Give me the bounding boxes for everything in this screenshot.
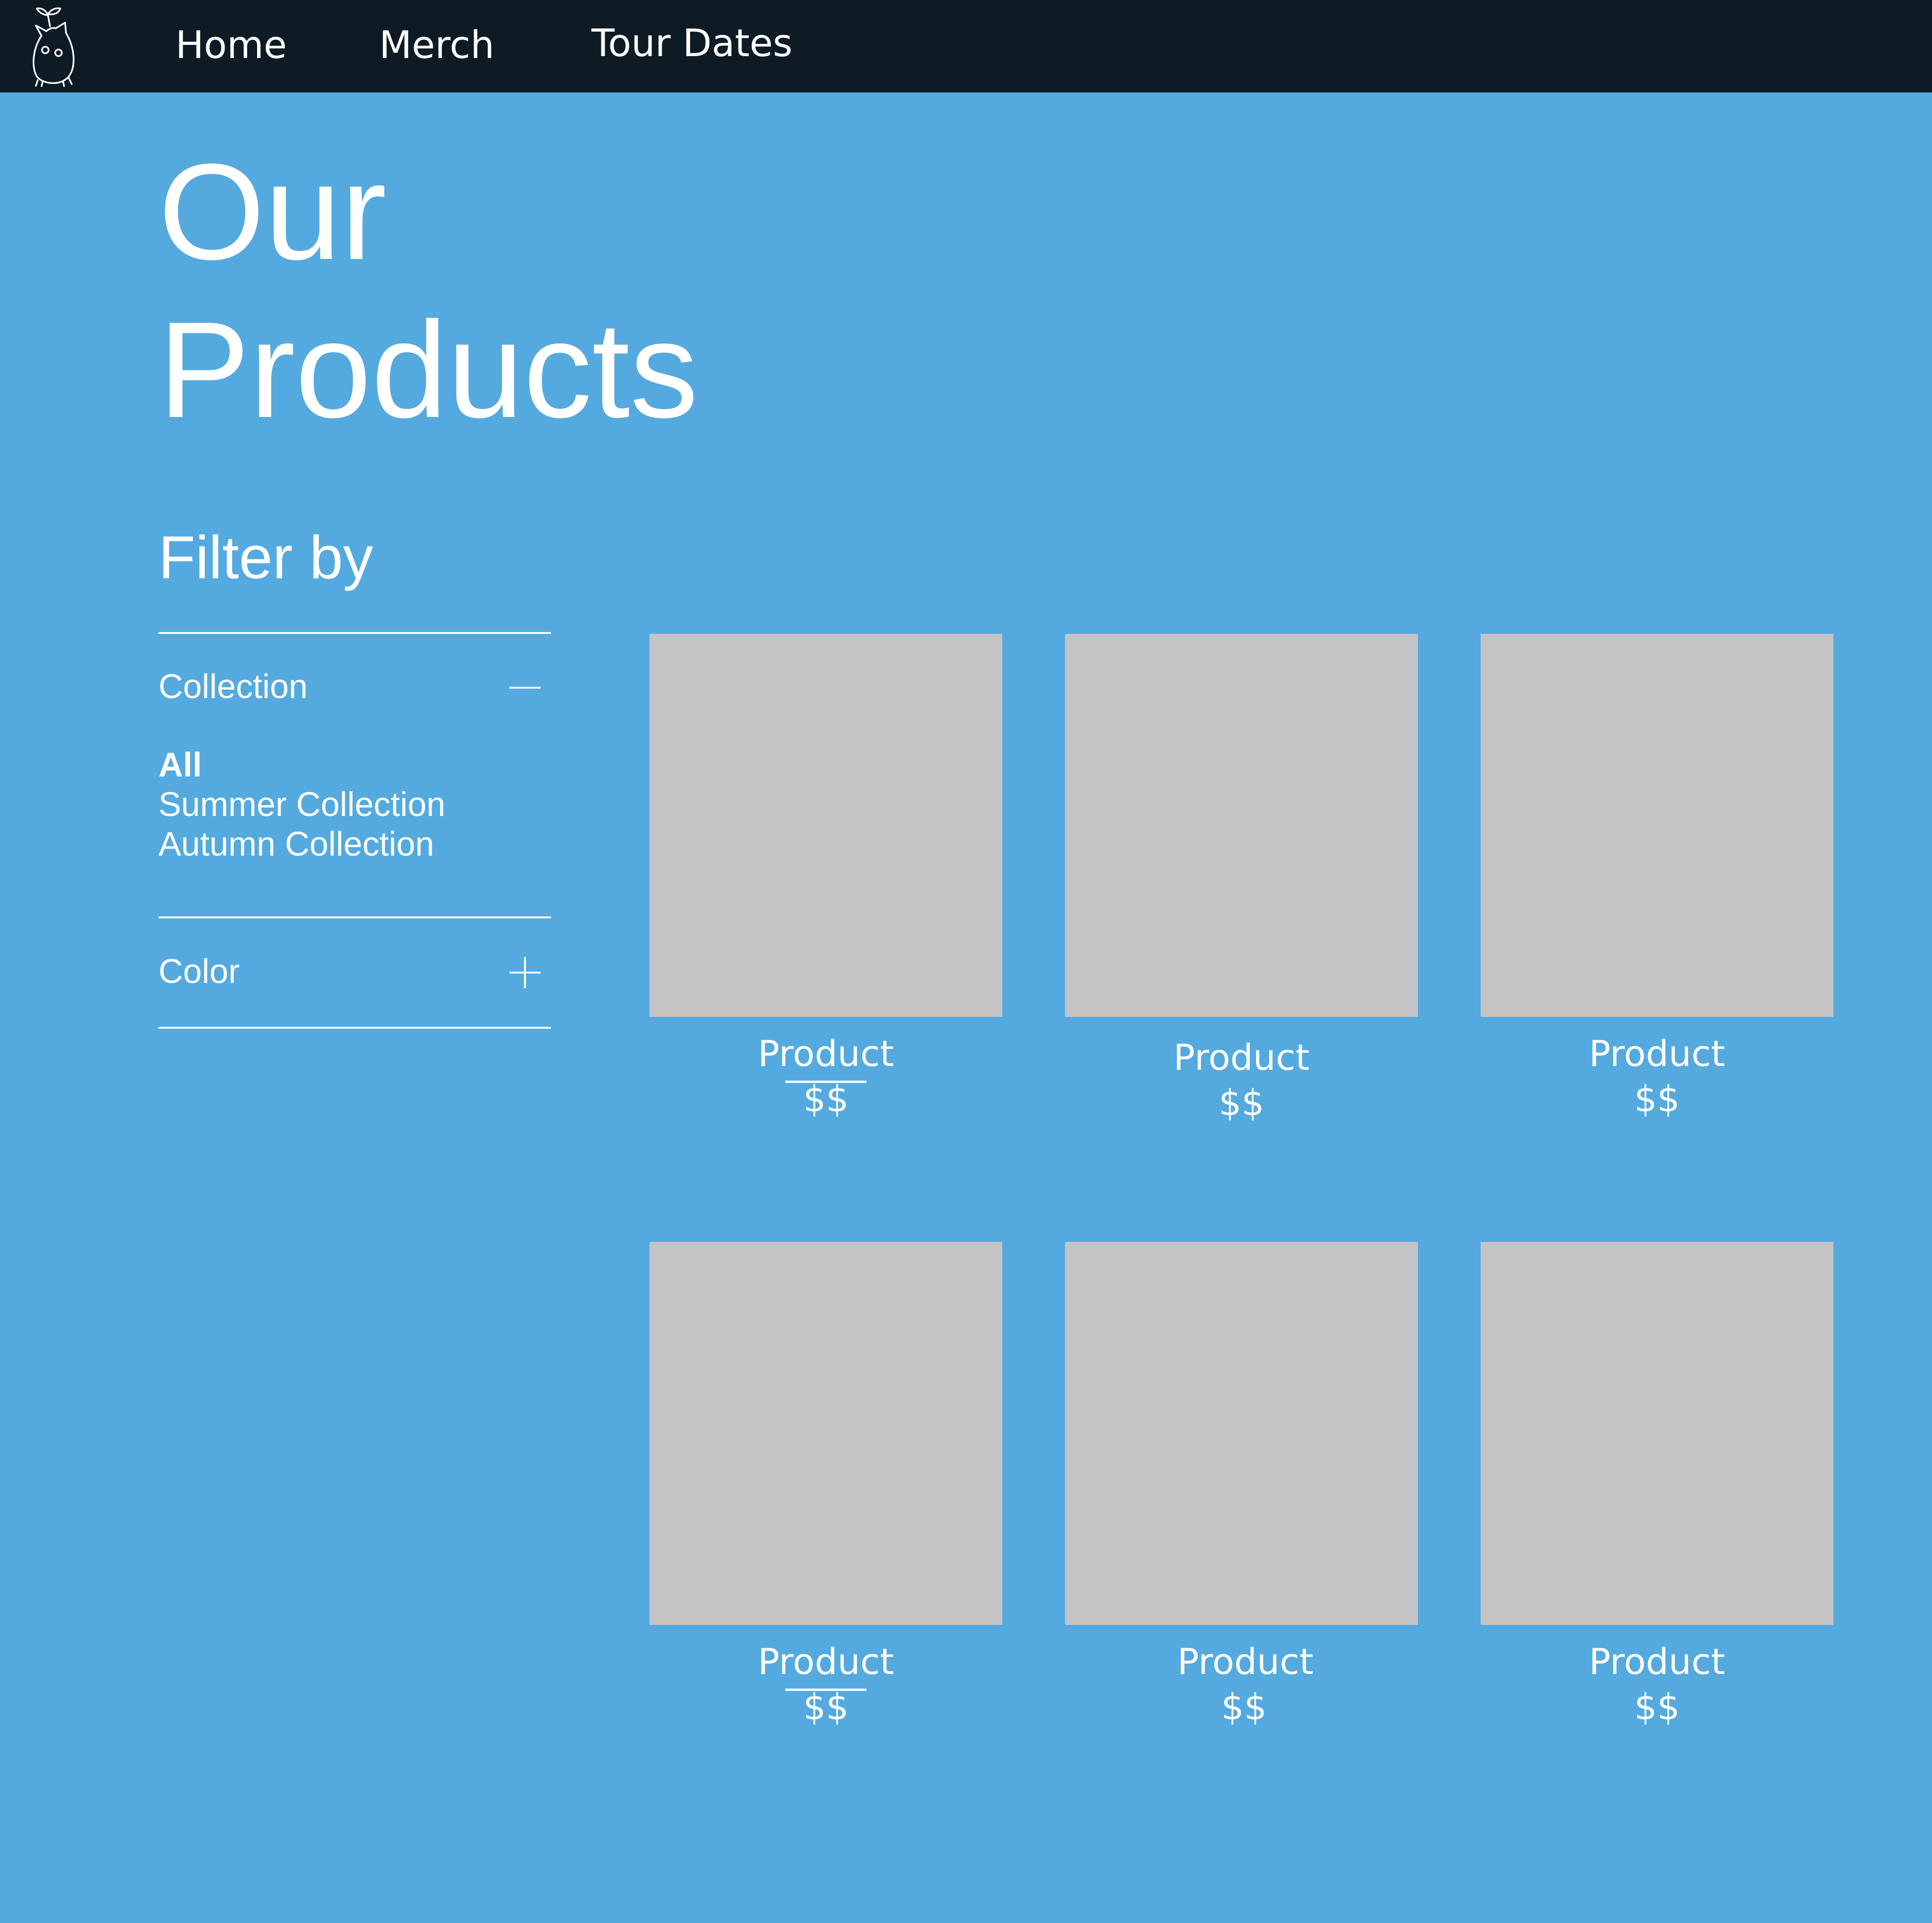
filter-color-header[interactable]: Color (158, 950, 240, 993)
product-name[interactable]: Product (1481, 1031, 1833, 1076)
product-name[interactable]: Product (1481, 1639, 1833, 1684)
product-card[interactable]: Product $$ (650, 634, 1002, 1125)
product-name[interactable]: Product (1065, 1639, 1418, 1684)
product-image-placeholder[interactable] (650, 1242, 1002, 1625)
product-card[interactable]: Product $$ (1481, 634, 1833, 1125)
product-image-placeholder[interactable] (650, 634, 1002, 1017)
product-price: $$ (803, 1078, 849, 1120)
product-price: $$ (1218, 1082, 1265, 1124)
product-name-text[interactable]: Product (758, 1639, 894, 1691)
filter-divider-middle (158, 916, 551, 918)
product-image-placeholder[interactable] (1481, 634, 1833, 1017)
product-name-text[interactable]: Product (1589, 1640, 1725, 1682)
product-grid: Product $$ Product $$ Product $$ Product… (650, 634, 1833, 1730)
filter-divider-bottom (158, 1027, 551, 1029)
filter-collection-header[interactable]: Collection (158, 666, 308, 708)
product-card[interactable]: Product $$ (1065, 1242, 1418, 1730)
plus-icon[interactable] (509, 957, 541, 988)
product-name-text[interactable]: Product (1589, 1032, 1725, 1074)
product-name-text[interactable]: Product (758, 1031, 894, 1083)
product-price: $$ (803, 1686, 849, 1728)
product-price: $$ (1634, 1078, 1680, 1120)
filter-divider-top (158, 632, 551, 634)
collection-option-autumn[interactable]: Autumn Collection (158, 824, 445, 864)
filter-heading: Filter by (158, 524, 374, 591)
product-name-text[interactable]: Product (1177, 1640, 1314, 1682)
product-image-placeholder[interactable] (1481, 1242, 1833, 1625)
nav-link-merch[interactable]: Merch (379, 22, 494, 69)
product-card[interactable]: Product $$ (1481, 1242, 1833, 1730)
collection-options: All Summer Collection Autumn Collection (158, 745, 445, 864)
page-title: Our Products (158, 133, 698, 449)
collection-option-summer[interactable]: Summer Collection (158, 785, 445, 824)
product-price: $$ (1221, 1686, 1267, 1728)
product-image-placeholder[interactable] (1065, 634, 1418, 1017)
product-name[interactable]: Product (650, 1031, 1002, 1083)
product-name-text[interactable]: Product (1174, 1036, 1310, 1078)
top-navbar: Home Merch Tour Dates (0, 0, 1932, 92)
page-title-line-2: Products (158, 293, 699, 446)
product-name[interactable]: Product (1065, 1035, 1418, 1080)
minus-icon[interactable] (509, 672, 541, 703)
product-card[interactable]: Product $$ (1065, 634, 1418, 1125)
nav-link-home[interactable]: Home (175, 22, 287, 69)
sprout-creature-logo-icon[interactable] (27, 5, 79, 87)
product-price: $$ (1634, 1686, 1680, 1728)
product-image-placeholder[interactable] (1065, 1242, 1418, 1625)
product-card[interactable]: Product $$ (650, 1242, 1002, 1730)
product-name[interactable]: Product (650, 1639, 1002, 1691)
nav-link-tour-dates[interactable]: Tour Dates (591, 20, 792, 67)
page-title-line-1: Our (158, 135, 387, 288)
collection-option-all[interactable]: All (158, 745, 445, 785)
